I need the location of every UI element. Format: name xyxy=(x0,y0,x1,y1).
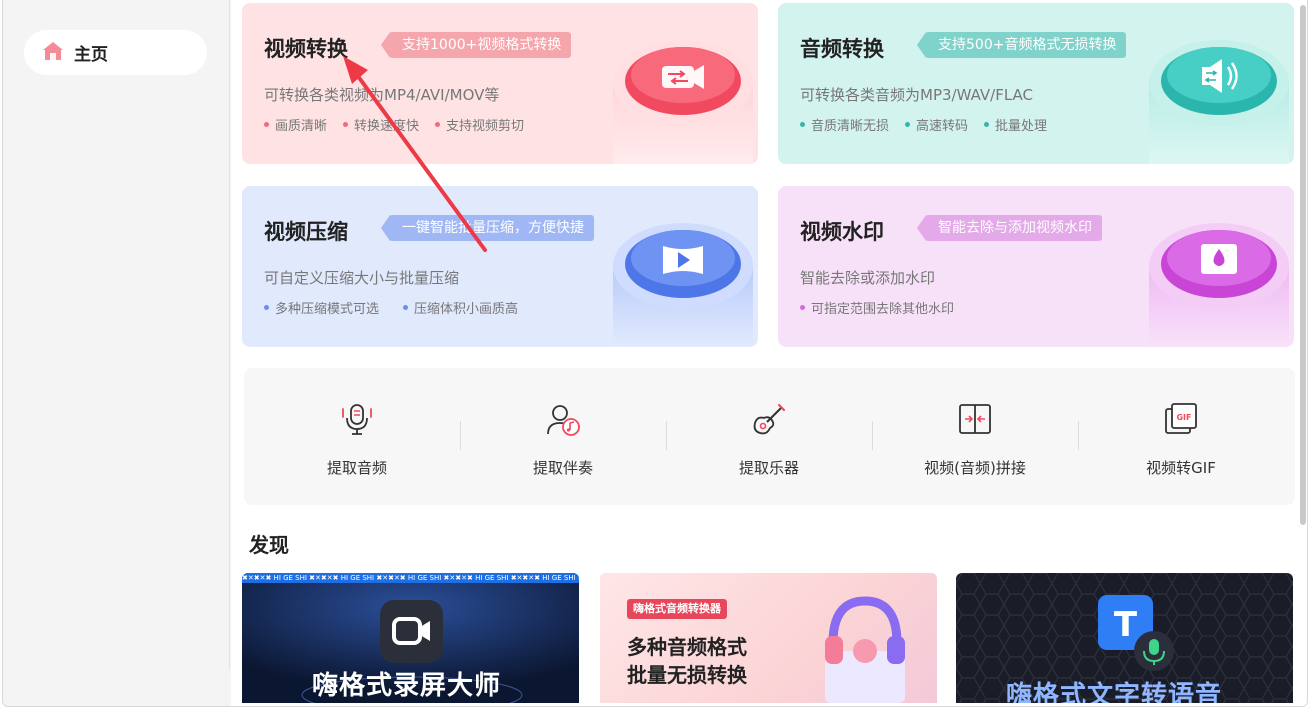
svg-text:T: T xyxy=(1114,605,1138,645)
tool-merge[interactable]: 视频(音频)拼接 xyxy=(872,368,1078,505)
tool-extract-accompaniment[interactable]: 提取伴奏 xyxy=(460,368,666,505)
merge-icon xyxy=(959,404,991,434)
banner-badge: 嗨格式音频转换器 xyxy=(627,599,727,619)
feature-item: 批量处理 xyxy=(984,115,1047,134)
card-tag: 一键智能批量压缩，方便快捷 xyxy=(381,215,594,241)
watermark-icon xyxy=(1149,223,1289,347)
video-convert-card[interactable]: 视频转换 支持1000+视频格式转换 可转换各类视频为MP4/AVI/MOV等 … xyxy=(242,3,758,164)
tools-panel: 提取音频 提取伴奏 提取乐器 视频(音频)拼接 GIF 视频转GIF xyxy=(244,368,1295,505)
card-features: 音质清晰无损 高速转码 批量处理 xyxy=(800,115,1047,134)
video-compress-icon xyxy=(613,223,753,347)
tool-label: 视频(音频)拼接 xyxy=(924,459,1026,477)
ticker-strip: ✖✕✖✕✖ HI GE SHI ✖✕✖✕✖ HI GE SHI ✖✕✖✕✖ HI… xyxy=(242,573,579,583)
feature-item: 音质清晰无损 xyxy=(800,115,889,134)
sidebar-item-home[interactable]: 主页 xyxy=(24,30,207,75)
card-desc: 智能去除或添加水印 xyxy=(800,269,936,287)
card-desc: 可转换各类音频为MP3/WAV/FLAC xyxy=(800,86,1034,104)
banner-line1: 多种音频格式 xyxy=(627,635,747,659)
banner-text-to-speech[interactable]: T 嗨格式文字转语音 xyxy=(956,573,1293,703)
card-tag: 支持500+音频格式无损转换 xyxy=(916,32,1127,58)
feature-item: 转换速度快 xyxy=(343,115,419,134)
guitar-icon xyxy=(753,403,786,435)
scrollbar[interactable] xyxy=(1300,5,1306,525)
gif-icon: GIF xyxy=(1165,403,1197,434)
sidebar-item-label: 主页 xyxy=(74,45,108,65)
feature-item: 可指定范围去除其他水印 xyxy=(800,298,954,317)
feature-item: 压缩体积小画质高 xyxy=(403,298,518,317)
banner-screen-recorder[interactable]: ✖✕✖✕✖ HI GE SHI ✖✕✖✕✖ HI GE SHI ✖✕✖✕✖ HI… xyxy=(242,573,579,703)
card-title: 视频水印 xyxy=(800,220,884,244)
tool-video-to-gif[interactable]: GIF 视频转GIF xyxy=(1078,368,1284,505)
card-features: 可指定范围去除其他水印 xyxy=(800,298,954,317)
headphones-icon xyxy=(825,596,905,703)
card-features: 画质清晰 转换速度快 支持视频剪切 xyxy=(264,115,524,134)
card-title: 视频转换 xyxy=(264,37,348,61)
banner-headline: 嗨格式录屏大师 xyxy=(312,671,502,701)
audio-convert-card[interactable]: 音频转换 支持500+音频格式无损转换 可转换各类音频为MP3/WAV/FLAC… xyxy=(778,3,1294,164)
feature-item: 支持视频剪切 xyxy=(435,115,524,134)
feature-item: 高速转码 xyxy=(905,115,968,134)
tool-extract-instrument[interactable]: 提取乐器 xyxy=(666,368,872,505)
singer-icon xyxy=(547,405,580,436)
card-desc: 可转换各类视频为MP4/AVI/MOV等 xyxy=(264,86,500,104)
banner-headline: 嗨格式文字转语音 xyxy=(1006,681,1223,703)
svg-text:GIF: GIF xyxy=(1176,413,1191,422)
card-title: 视频压缩 xyxy=(264,220,348,244)
tool-label: 提取乐器 xyxy=(738,459,799,477)
tool-label: 提取伴奏 xyxy=(532,459,593,477)
banner-audio-converter[interactable]: 嗨格式音频转换器 多种音频格式 批量无损转换 xyxy=(600,573,937,703)
video-watermark-card[interactable]: 视频水印 智能去除与添加视频水印 智能去除或添加水印 可指定范围去除其他水印 xyxy=(778,186,1294,347)
home-icon xyxy=(42,41,64,65)
tool-label: 视频转GIF xyxy=(1146,459,1216,477)
tool-extract-audio[interactable]: 提取音频 xyxy=(254,368,460,505)
discover-heading: 发现 xyxy=(249,533,289,557)
app-window: 主页 视频转换 支持1000+视频格式转换 可转换各类视频为MP4/AVI/MO… xyxy=(2,0,1308,707)
card-title: 音频转换 xyxy=(800,37,884,61)
card-tag: 智能去除与添加视频水印 xyxy=(917,215,1102,241)
card-tag: 支持1000+视频格式转换 xyxy=(380,32,572,58)
microphone-icon xyxy=(342,404,372,435)
sidebar: 主页 xyxy=(3,0,230,670)
audio-convert-icon xyxy=(1149,40,1289,164)
banner-line2: 批量无损转换 xyxy=(627,663,747,687)
feature-item: 多种压缩模式可选 xyxy=(264,298,379,317)
main-content: 视频转换 支持1000+视频格式转换 可转换各类视频为MP4/AVI/MOV等 … xyxy=(231,0,1307,706)
card-features: 多种压缩模式可选 压缩体积小画质高 xyxy=(264,298,518,317)
video-convert-icon xyxy=(613,40,753,164)
feature-item: 画质清晰 xyxy=(264,115,327,134)
card-desc: 可自定义压缩大小与批量压缩 xyxy=(264,269,460,287)
video-compress-card[interactable]: 视频压缩 一键智能批量压缩，方便快捷 可自定义压缩大小与批量压缩 多种压缩模式可… xyxy=(242,186,758,347)
tool-label: 提取音频 xyxy=(326,459,387,477)
